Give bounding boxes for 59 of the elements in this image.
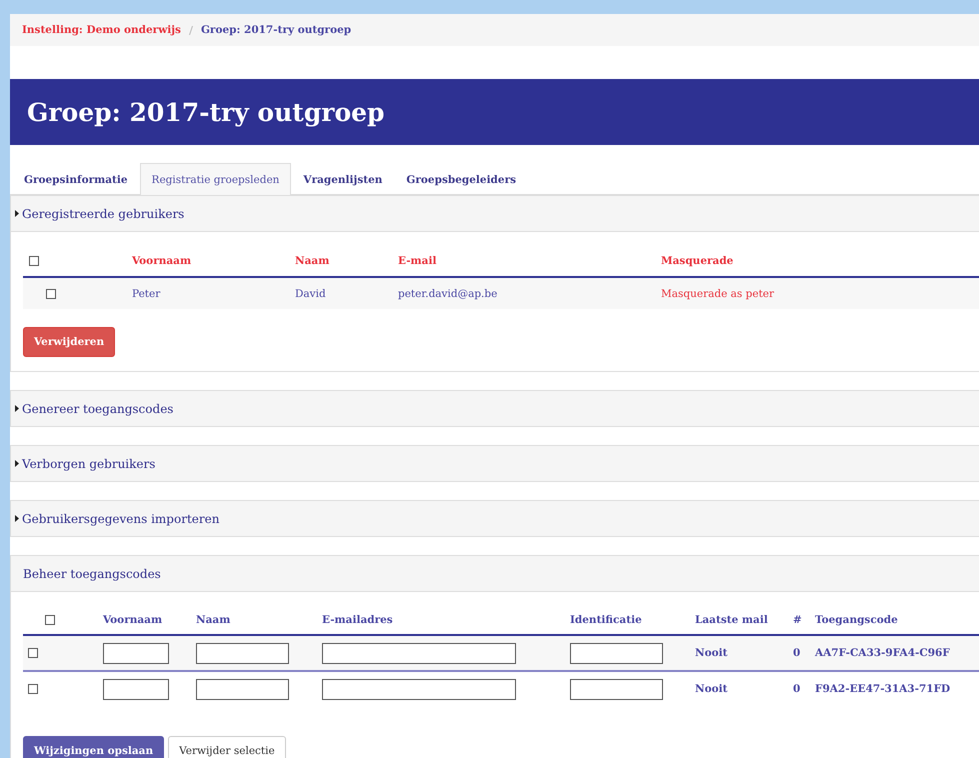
input-field[interactable] [196, 678, 289, 700]
column-header: Masquerade [661, 255, 734, 267]
delete-selection-button[interactable]: Verwijder selectie [168, 736, 286, 758]
access-code: AA7F-CA33-9FA4-C96F [815, 647, 950, 659]
caret-icon [15, 405, 19, 412]
panel-header[interactable]: Gebruikersgegevens importeren [11, 501, 979, 536]
table-cell: 0 [793, 683, 800, 695]
panel-title: Verborgen gebruikers [22, 456, 156, 470]
input-field[interactable] [322, 642, 516, 664]
column-header: # [793, 614, 802, 626]
checkbox[interactable] [29, 256, 39, 266]
input-field[interactable] [196, 642, 289, 664]
page-title: Groep: 2017-try outgroep [27, 98, 385, 126]
checkbox[interactable] [28, 684, 38, 694]
panel-header[interactable]: Beheer toegangscodes [11, 556, 979, 592]
breadcrumb-link[interactable]: Instelling: Demo onderwijs [22, 24, 181, 36]
checkbox[interactable] [45, 615, 55, 626]
tab[interactable]: Registratie groepsleden [140, 163, 292, 195]
panel-header[interactable]: Genereer toegangscodes [11, 391, 979, 426]
input-field[interactable] [322, 678, 516, 700]
caret-icon [15, 210, 19, 217]
delete-button[interactable]: Verwijderen [23, 327, 116, 357]
caret-icon [15, 515, 19, 522]
column-header: Voornaam [132, 255, 192, 267]
table-cell: 0 [793, 647, 800, 659]
column-header: Laatste mail [695, 614, 768, 626]
table-cell: David [295, 288, 326, 300]
panel-header[interactable]: Verborgen gebruikers [11, 446, 979, 481]
caret-icon [15, 460, 19, 467]
tab[interactable]: Groepsinformatie [12, 163, 140, 195]
panel-title: Geregistreerde gebruikers [22, 206, 184, 220]
checkbox[interactable] [28, 648, 38, 658]
access-code: F9A2-EE47-31A3-71FD [815, 683, 950, 695]
tab[interactable]: Groepsbegeleiders [394, 163, 528, 195]
panel-header[interactable]: Geregistreerde gebruikers [11, 196, 979, 232]
table-cell: Peter [132, 288, 160, 300]
input-field[interactable] [103, 642, 169, 664]
panel-title: Gebruikersgegevens importeren [22, 512, 220, 526]
column-header: Naam [295, 255, 330, 267]
panel-title: Genereer toegangscodes [22, 402, 174, 416]
table-cell: Nooit [695, 647, 728, 659]
table-cell: peter.david@ap.be [398, 288, 498, 300]
breadcrumb-link[interactable]: Groep: 2017-try outgroep [200, 24, 352, 36]
column-header: E-mailadres [322, 614, 393, 626]
column-header: Voornaam [103, 614, 162, 626]
table-cell: Nooit [695, 683, 728, 695]
tab[interactable]: Vragenlijsten [291, 163, 394, 195]
panel-title: Beheer toegangscodes [23, 566, 161, 580]
column-header: Toegangscode [815, 614, 898, 626]
column-header: E-mail [398, 255, 436, 267]
column-header: Identificatie [570, 614, 642, 626]
input-field[interactable] [570, 678, 663, 700]
separator-icon [188, 26, 193, 34]
checkbox[interactable] [46, 288, 56, 299]
input-field[interactable] [570, 642, 663, 664]
save-button[interactable]: Wijzigingen opslaan [23, 736, 164, 758]
masquerade-link[interactable]: Masquerade as peter [661, 288, 774, 300]
input-field[interactable] [103, 678, 169, 700]
column-header: Naam [196, 614, 230, 626]
